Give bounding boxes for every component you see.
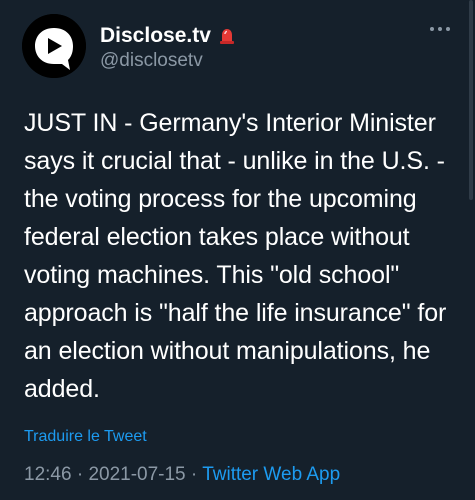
meta-separator: ·	[185, 464, 203, 485]
tweet-time[interactable]: 12:46	[24, 464, 72, 485]
disclose-logo-icon	[22, 14, 86, 78]
avatar[interactable]	[22, 14, 86, 78]
tweet-date[interactable]: 2021-07-15	[88, 464, 185, 485]
tweet-metadata: 12:46 · 2021-07-15 · Twitter Web App	[24, 464, 340, 486]
tweet-source-app[interactable]: Twitter Web App	[202, 464, 340, 485]
author-display-name[interactable]: Disclose.tv	[100, 24, 211, 48]
author-name-row[interactable]: Disclose.tv	[100, 24, 237, 48]
tweet-card: Disclose.tv @disclosetv JUST IN - German…	[0, 0, 475, 500]
meta-separator: ·	[71, 464, 89, 485]
more-options-icon[interactable]	[428, 22, 452, 36]
translate-tweet-link[interactable]: Traduire le Tweet	[24, 428, 147, 446]
author-handle[interactable]: @disclosetv	[100, 50, 203, 72]
tweet-text: JUST IN - Germany's Interior Minister sa…	[24, 109, 447, 403]
scrollbar[interactable]	[469, 0, 473, 200]
siren-icon	[219, 29, 234, 44]
